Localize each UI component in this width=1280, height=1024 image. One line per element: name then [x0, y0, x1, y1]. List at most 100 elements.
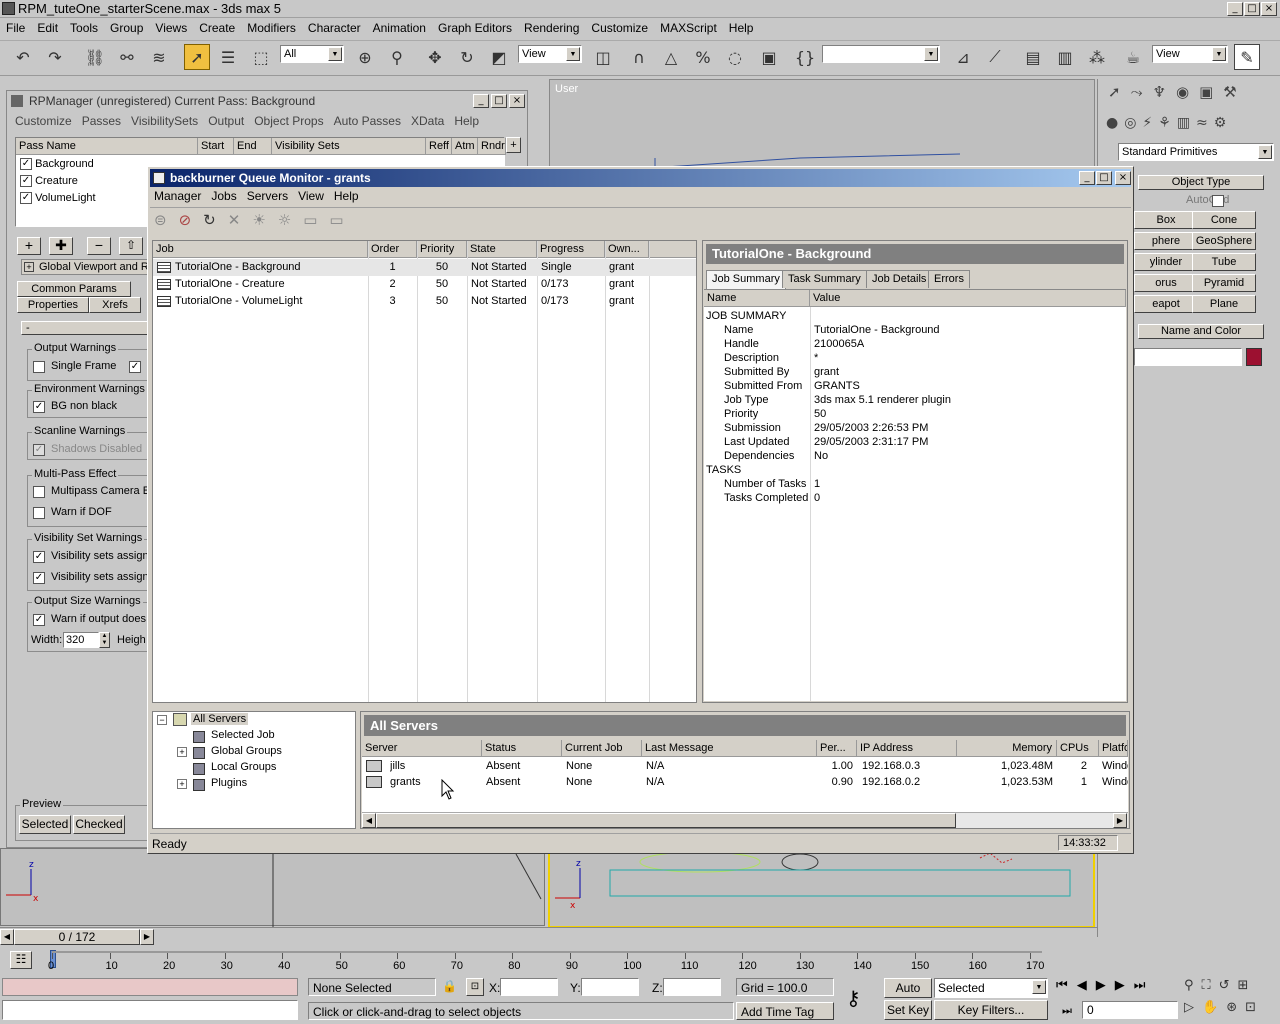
tab-job-summary[interactable]: Job Summary	[706, 270, 786, 289]
refresh-icon[interactable]: ↻	[203, 211, 228, 229]
autogrid-checkbox[interactable]	[1212, 195, 1224, 207]
add-icon[interactable]: +	[17, 237, 41, 255]
object-type-rollout[interactable]: Object Type	[1138, 175, 1264, 190]
job-list[interactable]: Job Order Priority State Progress Own...…	[152, 240, 697, 703]
set-key-button[interactable]: Set Key	[884, 1000, 932, 1020]
single-frame-checkbox[interactable]	[33, 361, 45, 373]
pivot-icon[interactable]: ◫	[590, 44, 616, 70]
next-frame-arrow-icon[interactable]: ▶	[140, 929, 154, 945]
edit-named-sel-icon[interactable]: {}	[792, 44, 818, 70]
redo-icon[interactable]: ↷	[42, 44, 68, 70]
job-row[interactable]: TutorialOne - VolumeLight 3 50 Not Started 0…	[153, 293, 696, 310]
play-icon[interactable]: ▶	[1096, 978, 1115, 993]
key-mode-toggle-icon[interactable]: ⏭	[1062, 1004, 1072, 1018]
y-coord-input[interactable]	[581, 978, 639, 996]
viewport-user[interactable]: User	[549, 79, 1095, 169]
col-priority[interactable]: Priority	[417, 241, 467, 258]
menu-customize[interactable]: Customize	[591, 21, 648, 35]
track-bar[interactable]: ☷ 0 10 20 30 40 50 60 70 80 90 100 110 120 130 140 150 1…	[0, 948, 1097, 974]
output-checkbox-2[interactable]: ✓	[129, 361, 141, 373]
schematic-icon[interactable]: ▥	[1052, 44, 1078, 70]
snap-3d-icon[interactable]: ∩	[626, 44, 652, 70]
bg-non-black-checkbox[interactable]: ✓	[33, 401, 45, 413]
qm-menu-help[interactable]: Help	[334, 189, 359, 203]
select-object-icon[interactable]: ➚	[184, 44, 210, 70]
move-job-down-icon[interactable]: ▭	[329, 211, 355, 229]
maxscript-listener[interactable]	[2, 978, 298, 996]
tree-all-servers[interactable]: All Servers	[191, 713, 249, 725]
job-row[interactable]: TutorialOne - Background 1 50 Not Started Si…	[153, 259, 696, 276]
menu-character[interactable]: Character	[308, 21, 361, 35]
key-icon[interactable]: ⚷	[846, 986, 861, 1010]
pass-row[interactable]: ✓ Background	[20, 158, 94, 171]
maxscript-input[interactable]	[2, 1000, 298, 1020]
col-ip-address[interactable]: IP Address	[857, 740, 957, 757]
multipass-camera-checkbox[interactable]	[33, 486, 45, 498]
plane-button[interactable]: Plane	[1192, 295, 1256, 313]
preview-checked-button[interactable]: Checked	[73, 815, 125, 834]
tree-plugins[interactable]: Plugins	[211, 777, 247, 789]
render-scene-icon[interactable]: ☕	[1120, 44, 1146, 70]
named-sel-icon[interactable]: ▣	[756, 44, 782, 70]
unlink-icon[interactable]: ⚯	[114, 44, 140, 70]
tab-properties[interactable]: Properties	[17, 297, 89, 313]
selection-filter-dropdown[interactable]: All ▼	[280, 45, 344, 63]
teapot-button[interactable]: eapot	[1134, 295, 1198, 313]
mirror-icon[interactable]: ⊿	[950, 44, 976, 70]
qm-maximize-button[interactable]: □	[1096, 171, 1112, 185]
disconnect-icon[interactable]: ⊘	[179, 211, 204, 229]
go-to-end-icon[interactable]: ⏭	[1134, 978, 1155, 993]
select-by-name-icon[interactable]: ☰	[215, 44, 241, 70]
primitive-type-dropdown[interactable]: Standard Primitives ▼	[1118, 143, 1274, 161]
qm-menu-manager[interactable]: Manager	[154, 189, 201, 203]
geosphere-button[interactable]: GeoSphere	[1192, 232, 1256, 250]
col-pass-name[interactable]: Pass Name	[16, 138, 198, 155]
menu-create[interactable]: Create	[199, 21, 235, 35]
tab-errors[interactable]: Errors	[928, 270, 970, 288]
x-coord-input[interactable]	[500, 978, 558, 996]
tab-xrefs[interactable]: Xrefs	[89, 297, 141, 313]
server-tree[interactable]: − All Servers Selected Job + Global Grou…	[152, 711, 356, 829]
cylinder-button[interactable]: ylinder	[1134, 253, 1198, 271]
activate-job-icon[interactable]: ☀	[252, 211, 277, 229]
time-slider[interactable]: 0 / 172	[14, 929, 140, 945]
col-platform[interactable]: Platfo	[1099, 740, 1128, 757]
auto-key-button[interactable]: Auto Key	[884, 978, 932, 1013]
command-tabs[interactable]: ➚⤳♆◉▣⚒	[1108, 83, 1247, 101]
col-cpus[interactable]: CPUs	[1057, 740, 1099, 757]
rpm-menu-output[interactable]: Output	[208, 114, 244, 128]
add-time-tag-button[interactable]: Add Time Tag	[736, 1002, 834, 1020]
key-mode-dropdown[interactable]: Selected ▼	[934, 978, 1048, 998]
col-performance[interactable]: Per...	[817, 740, 857, 757]
object-color-swatch[interactable]	[1246, 348, 1262, 366]
menu-group[interactable]: Group	[110, 21, 143, 35]
select-and-move-icon[interactable]: ⊕	[352, 44, 378, 70]
tab-common-params[interactable]: Common Params	[17, 281, 131, 297]
torus-button[interactable]: orus	[1134, 274, 1198, 292]
scroll-right-icon[interactable]: ▶	[1113, 813, 1127, 828]
rpm-minimize-button[interactable]: _	[473, 94, 489, 108]
col-start[interactable]: Start	[198, 138, 234, 155]
tree-global-groups[interactable]: Global Groups	[211, 745, 282, 757]
tab-task-summary[interactable]: Task Summary	[782, 270, 867, 288]
rpm-close-button[interactable]: ×	[509, 94, 525, 108]
named-selection-dropdown[interactable]: ▼	[822, 45, 940, 63]
pass-row[interactable]: ✓ VolumeLight	[20, 192, 96, 205]
qm-menu-jobs[interactable]: Jobs	[211, 189, 236, 203]
zoom-all-icon[interactable]: ⛶	[1202, 978, 1219, 993]
warn-dof-checkbox[interactable]	[33, 507, 45, 519]
add-pass-icon[interactable]: +	[506, 137, 521, 153]
rpm-menu-xdata[interactable]: XData	[411, 114, 444, 128]
object-name-input[interactable]	[1134, 348, 1242, 366]
col-reff[interactable]: Reff	[426, 138, 452, 155]
remove-icon[interactable]: −	[87, 237, 111, 255]
col-visibility-sets[interactable]: Visibility Sets	[272, 138, 426, 155]
prev-frame-arrow-icon[interactable]: ◀	[0, 929, 14, 945]
track-view-icon[interactable]: ▤	[1020, 44, 1046, 70]
pass-checkbox[interactable]: ✓	[20, 192, 32, 205]
current-frame-input[interactable]: 0	[1082, 1001, 1178, 1019]
prev-key-icon[interactable]: ◀	[1077, 978, 1096, 993]
quick-render-icon[interactable]: ✎	[1234, 44, 1260, 70]
col-job[interactable]: Job	[153, 241, 368, 258]
menu-help[interactable]: Help	[729, 21, 754, 35]
